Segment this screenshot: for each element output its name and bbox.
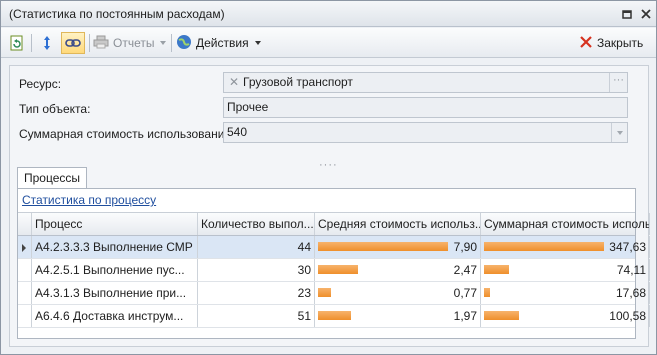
object-type-label: Тип объекта: [19,102,91,116]
avg-cost-value: 0,77 [453,286,477,300]
total-cost-bar [484,265,509,274]
splitter-handle[interactable]: ···· [319,159,338,171]
link-icon[interactable] [61,32,85,54]
avg-cost-bar [318,288,331,297]
process-statistics-link[interactable]: Статистика по процессу [22,193,156,207]
toolbar-separator [89,34,90,52]
total-cost-field[interactable]: 540 [223,122,628,143]
count-cell: 51 [198,305,315,327]
resource-field[interactable]: ✕ Грузовой транспорт ··· [223,72,628,93]
reports-button[interactable]: Отчеты [93,33,167,53]
toolbar: Отчеты Действия Закрыть [1,28,656,58]
avg-cost-value: 7,90 [453,240,477,254]
restore-icon[interactable] [620,7,634,21]
globe-icon [176,34,192,53]
avg-cost-cell: 7,90 [315,236,481,258]
browse-button[interactable]: ··· [609,73,627,92]
total-cost-cell: 17,68 [481,282,650,304]
reports-label: Отчеты [113,36,155,50]
count-cell: 44 [198,236,315,258]
chevron-down-icon[interactable] [611,123,627,142]
table-row[interactable]: A6.4.6 Доставка инструм... 51 1,97 100,58 [18,305,650,328]
window-title: (Статистика по постоянным расходам) [9,7,225,21]
avg-cost-cell: 1,97 [315,305,481,327]
table-row[interactable]: A4.2.3.3.3 Выполнение СМР 44 7,90 347,63 [18,236,650,259]
clear-icon[interactable]: ✕ [227,73,241,92]
column-header-avg-cost[interactable]: Средняя стоимость использ... [315,213,481,235]
total-cost-cell: 347,63 [481,236,650,258]
row-arrow-icon [22,244,26,252]
chevron-down-icon [160,41,167,45]
process-cell: A4.2.5.1 Выполнение пус... [32,259,198,281]
total-cost-value: 347,63 [609,240,646,254]
table-row[interactable]: A4.2.5.1 Выполнение пус... 30 2,47 74,11 [18,259,650,282]
title-bar: (Статистика по постоянным расходам) [1,1,656,27]
chevron-down-icon [254,41,261,45]
close-x-icon [579,35,593,52]
avg-cost-bar [318,311,351,320]
total-cost-bar [484,288,490,297]
row-indicator [18,259,32,281]
column-header-process[interactable]: Процесс [32,213,198,235]
total-cost-value: 540 [227,125,248,139]
total-cost-cell: 74,11 [481,259,650,281]
actions-button[interactable]: Действия [176,33,261,53]
avg-cost-bar [318,242,448,251]
count-cell: 23 [198,282,315,304]
avg-cost-cell: 0,77 [315,282,481,304]
total-cost-bar [484,311,519,320]
close-label: Закрыть [597,36,644,50]
count-cell: 30 [198,259,315,281]
expand-icon[interactable] [39,33,55,53]
resource-value: Грузовой транспорт [243,75,353,89]
row-indicator [18,282,32,304]
avg-cost-bar [318,265,358,274]
total-cost-value: 17,68 [615,286,646,300]
total-cost-value: 74,11 [616,263,646,277]
avg-cost-cell: 2,47 [315,259,481,281]
toolbar-separator [31,34,32,52]
grid-header: Процесс Количество выпол... Средняя стои… [18,213,650,236]
column-header-total-cost[interactable]: Суммарная стоимость исполь... [481,213,650,235]
refresh-icon[interactable] [9,33,25,53]
process-cell: A4.3.1.3 Выполнение при... [32,282,198,304]
row-indicator [18,305,32,327]
avg-cost-value: 2,47 [453,263,477,277]
column-header-count[interactable]: Количество выпол... [198,213,315,235]
close-button[interactable]: Закрыть [579,33,643,53]
total-cost-cell: 100,58 [481,305,650,327]
total-cost-label: Суммарная стоимость использования: [19,127,235,141]
processes-panel: Статистика по процессу Процесс Количеств… [17,188,650,339]
total-cost-bar [484,242,604,251]
header-indicator [18,213,32,235]
processes-grid: Процесс Количество выпол... Средняя стои… [18,212,650,338]
close-icon[interactable] [639,7,653,21]
statistics-window: (Статистика по постоянным расходам) Отче… [0,0,657,355]
avg-cost-value: 1,97 [453,309,477,323]
process-cell: A6.4.6 Доставка инструм... [32,305,198,327]
total-cost-value: 100,58 [609,309,646,323]
tab-processes[interactable]: Процессы [17,167,87,189]
printer-icon [93,34,109,53]
resource-label: Ресурс: [19,77,62,91]
table-row[interactable]: A4.3.1.3 Выполнение при... 23 0,77 17,68 [18,282,650,305]
toolbar-separator [171,34,172,52]
object-type-value: Прочее [227,100,269,114]
process-cell: A4.2.3.3.3 Выполнение СМР [32,236,198,258]
actions-label: Действия [196,36,249,50]
row-indicator [18,236,32,258]
object-type-field[interactable]: Прочее [223,97,628,118]
